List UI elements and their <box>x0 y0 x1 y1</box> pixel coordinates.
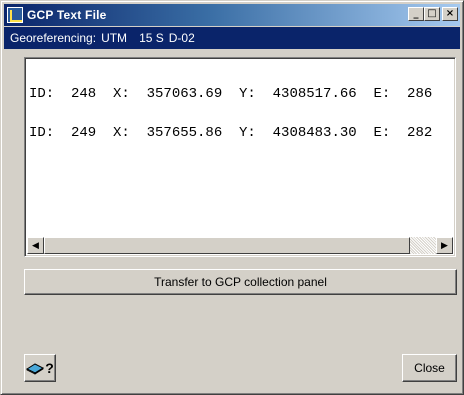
window-title: GCP Text File <box>27 8 107 22</box>
close-button[interactable]: Close <box>402 354 457 382</box>
minimize-button[interactable]: _ <box>408 7 424 21</box>
maximize-button[interactable]: □ <box>424 7 440 21</box>
gcp-text-file-window: GCP Text File _ □ × Georeferencing: UTM … <box>0 0 464 395</box>
georeferencing-bar: Georeferencing: UTM 15 S D-02 <box>4 27 460 49</box>
transfer-to-gcp-button[interactable]: Transfer to GCP collection panel <box>24 269 457 295</box>
zone-value: 15 S <box>139 31 164 45</box>
georeferencing-label: Georeferencing: <box>10 31 97 45</box>
title-bar[interactable]: GCP Text File _ □ × <box>4 4 460 26</box>
gcp-text-line: ID: 248 X: 357063.69 Y: 4308517.66 E: 28… <box>29 86 433 102</box>
datum-value: D-02 <box>168 31 195 45</box>
scrollbar-thumb[interactable] <box>44 237 410 254</box>
horizontal-scrollbar[interactable]: ◀ ▶ <box>27 237 453 254</box>
help-question-mark: ? <box>45 360 54 376</box>
app-icon <box>7 7 23 23</box>
gcp-text-content[interactable]: ID: 248 X: 357063.69 Y: 4308517.66 E: 28… <box>29 62 453 238</box>
scrollbar-track[interactable] <box>44 237 436 254</box>
projection-value: UTM <box>101 31 128 45</box>
window-controls: _ □ × <box>408 7 458 21</box>
help-button[interactable]: ? <box>24 354 56 382</box>
close-window-button[interactable]: × <box>442 7 458 21</box>
scroll-right-arrow-icon[interactable]: ▶ <box>436 237 453 254</box>
gcp-text-area[interactable]: ID: 248 X: 357063.69 Y: 4308517.66 E: 28… <box>24 57 456 257</box>
book-help-icon: ? <box>26 360 54 376</box>
gcp-text-line: ID: 249 X: 357655.86 Y: 4308483.30 E: 28… <box>29 125 433 141</box>
scroll-left-arrow-icon[interactable]: ◀ <box>27 237 44 254</box>
